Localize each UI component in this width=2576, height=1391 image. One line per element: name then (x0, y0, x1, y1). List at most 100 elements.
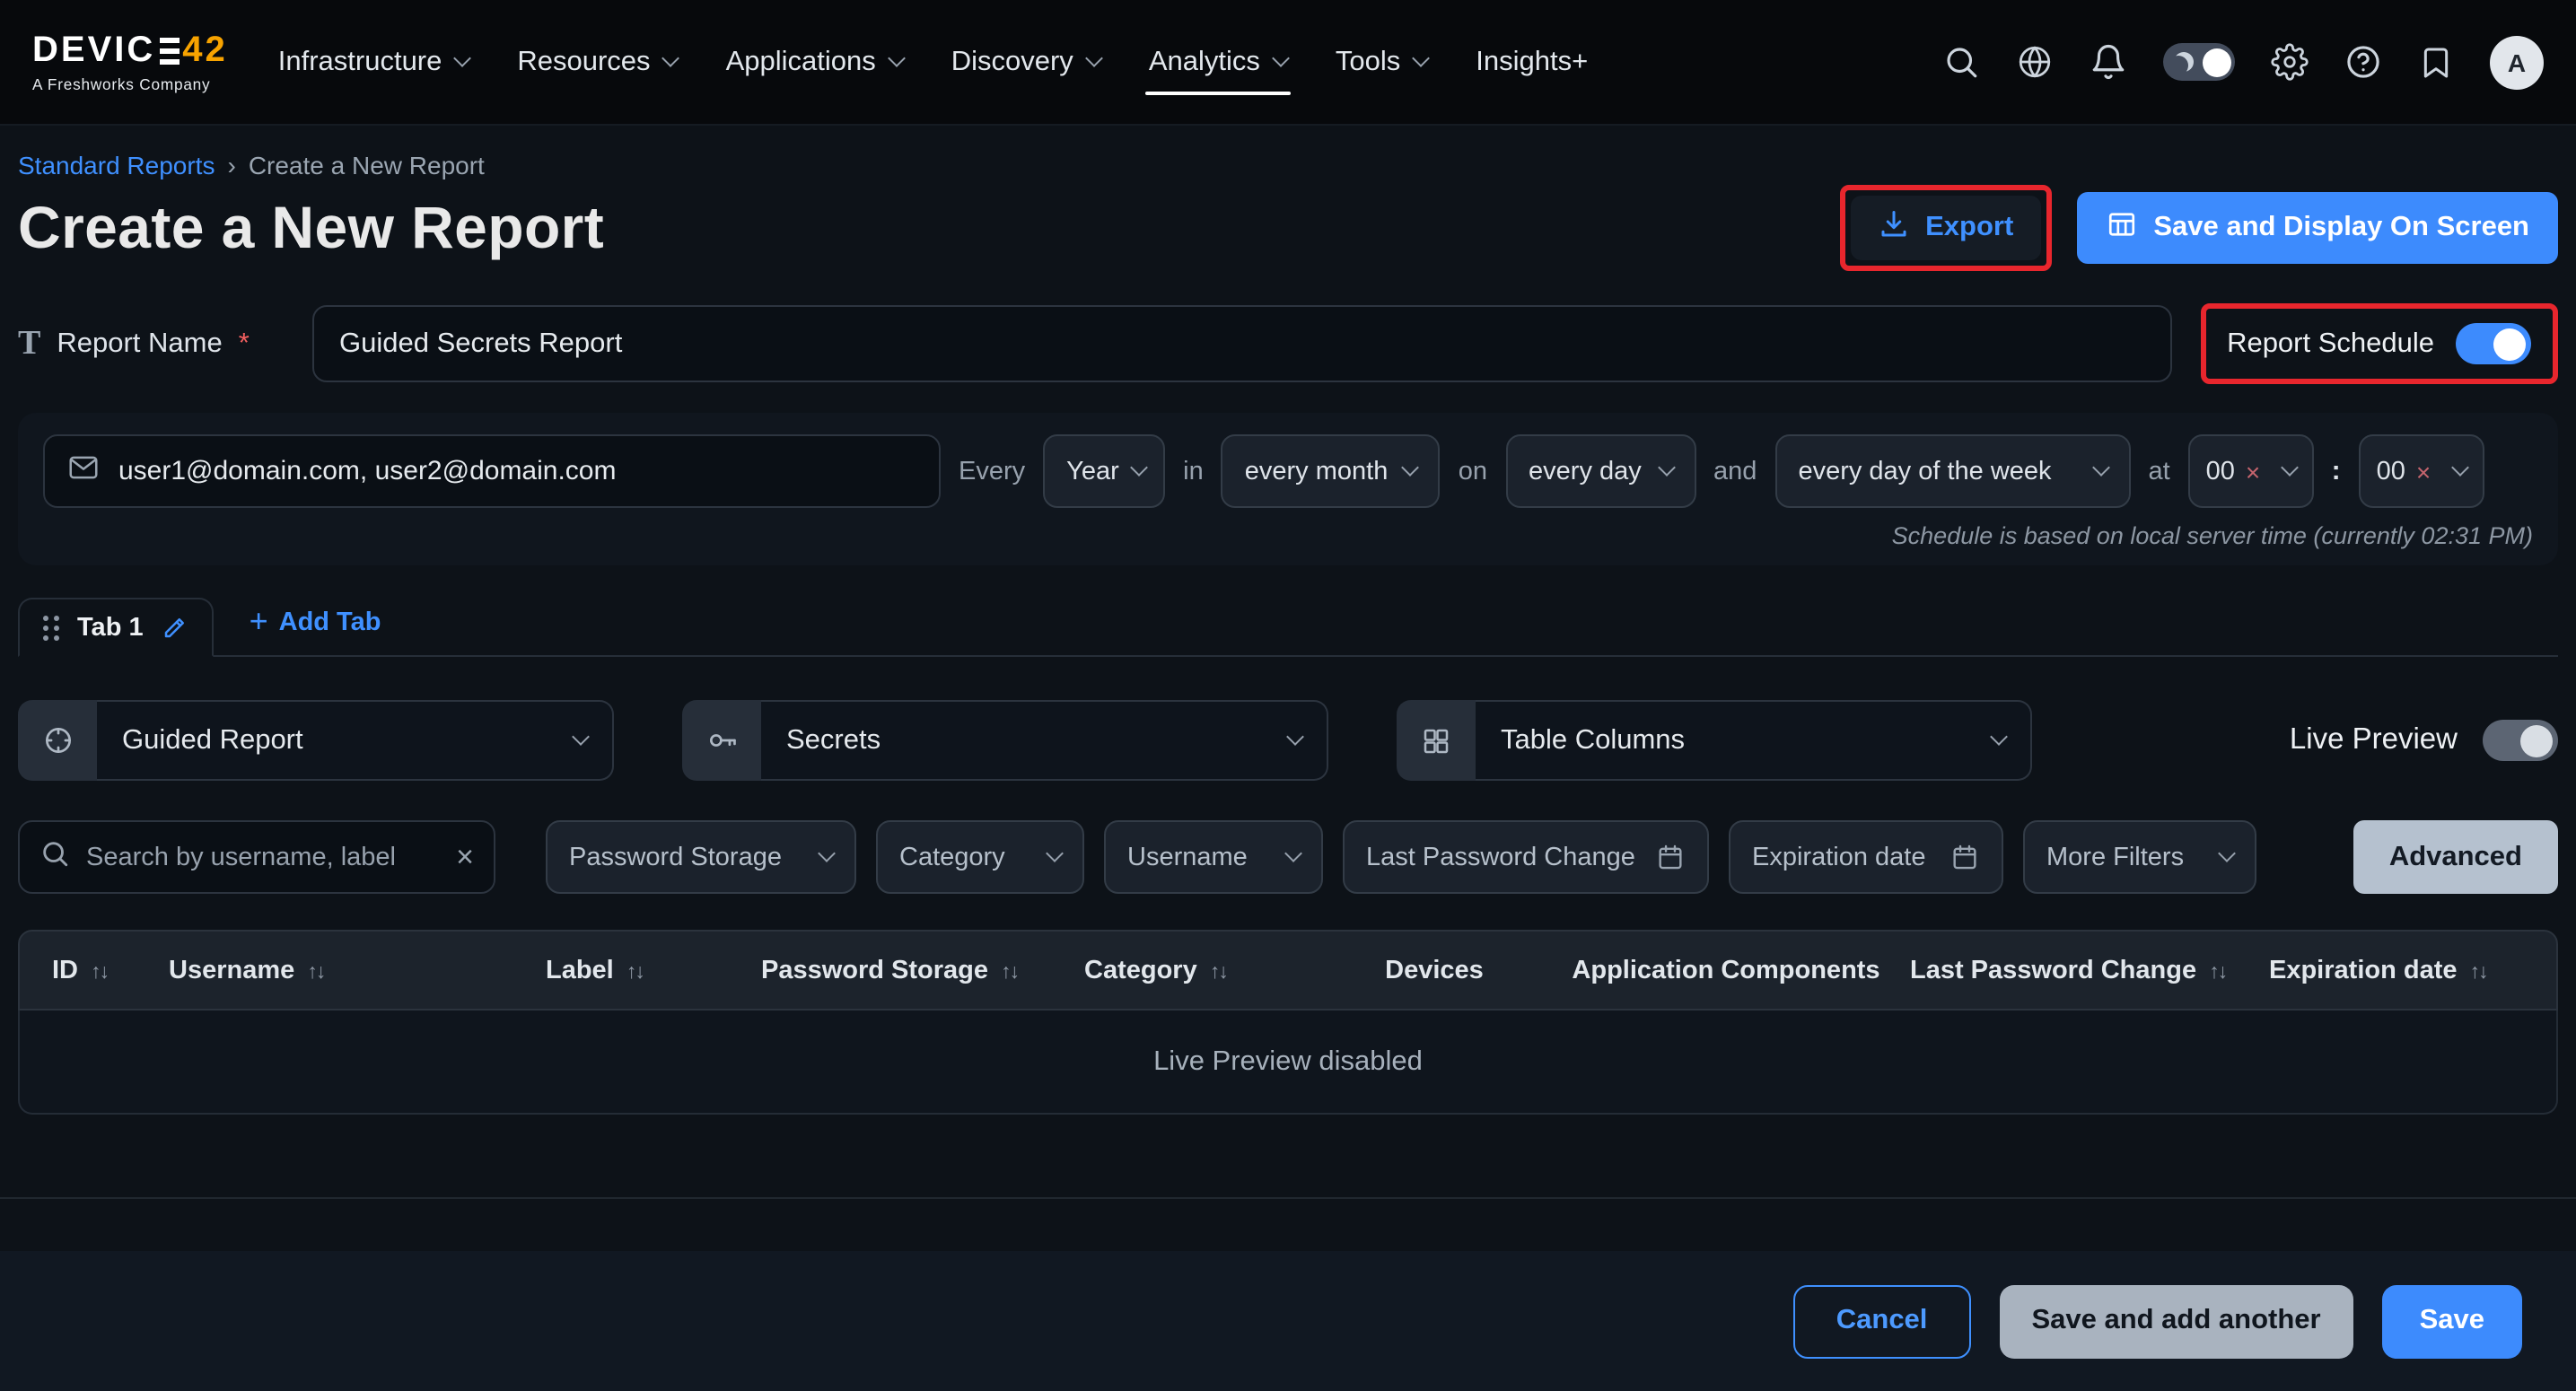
more-filters-dropdown[interactable]: More Filters (2023, 820, 2256, 894)
chevron-down-icon (1990, 728, 2008, 746)
divider (0, 1197, 2576, 1199)
column-header-last-password-change[interactable]: Last Password Change (1910, 956, 2269, 984)
nav-discovery[interactable]: Discovery (951, 0, 1100, 124)
device42-app: DEVIC 42 A Freshworks Company Infrastruc… (0, 0, 2576, 1391)
chevron-down-icon (888, 49, 906, 67)
report-schedule-toggle[interactable] (2456, 323, 2531, 364)
toggle-knob (2202, 48, 2230, 76)
sort-icon[interactable] (307, 956, 324, 984)
column-header-label[interactable]: Label (546, 956, 761, 984)
column-header-password-storage[interactable]: Password Storage (761, 956, 1084, 984)
nav-resources[interactable]: Resources (517, 0, 677, 124)
clear-search-icon[interactable] (456, 842, 474, 872)
table-columns-select[interactable]: Table Columns (1397, 700, 2032, 781)
chevron-down-icon (662, 49, 680, 67)
drag-handle-icon[interactable] (43, 615, 59, 640)
envelope-icon (66, 451, 101, 492)
search-input[interactable] (86, 843, 440, 871)
empty-message: Live Preview disabled (1153, 1045, 1423, 1078)
password-storage-filter[interactable]: Password Storage (546, 820, 856, 894)
report-type-select[interactable]: Guided Report (18, 700, 614, 781)
report-name-input[interactable] (312, 305, 2171, 382)
chevron-down-icon (1286, 728, 1304, 746)
logo-e-bars-icon (159, 38, 179, 64)
schedule-panel: Every Year in every month on every day a… (18, 413, 2558, 565)
logo-wordmark: DEVIC 42 (32, 31, 228, 72)
hour-select[interactable]: 00 (2188, 434, 2314, 508)
last-password-change-filter[interactable]: Last Password Change (1343, 820, 1709, 894)
every-label: Every (959, 457, 1025, 486)
cancel-button[interactable]: Cancel (1793, 1284, 1971, 1358)
column-header-expiration-date[interactable]: Expiration date (2269, 956, 2524, 984)
chevron-down-icon (1284, 844, 1302, 862)
nav-insights-plus[interactable]: Insights+ (1476, 0, 1588, 124)
tab-1[interactable]: Tab 1 (18, 598, 214, 657)
help-icon[interactable] (2344, 43, 2382, 81)
add-tab-button[interactable]: Add Tab (250, 605, 381, 655)
weekday-select[interactable]: every day of the week (1774, 434, 2130, 508)
bell-icon[interactable] (2090, 43, 2127, 81)
nav-infrastructure[interactable]: Infrastructure (278, 0, 469, 124)
object-type-select[interactable]: Secrets (682, 700, 1328, 781)
plus-icon (250, 605, 268, 639)
sort-icon[interactable] (2209, 956, 2226, 984)
bookmark-icon[interactable] (2418, 44, 2454, 80)
schedule-row: Every Year in every month on every day a… (43, 434, 2533, 508)
category-filter[interactable]: Category (876, 820, 1084, 894)
logo-subtitle: A Freshworks Company (32, 75, 228, 93)
report-schedule-annotation-box: Report Schedule (2200, 303, 2558, 384)
nav-tools[interactable]: Tools (1336, 0, 1427, 124)
report-name-label: T Report Name * (18, 324, 287, 363)
save-button[interactable]: Save (2382, 1284, 2522, 1358)
advanced-button[interactable]: Advanced (2353, 820, 2558, 894)
tab-bar: Tab 1 Add Tab (18, 598, 2558, 657)
column-header-category[interactable]: Category (1084, 956, 1327, 984)
export-button[interactable]: Export (1850, 196, 2040, 260)
sort-icon[interactable] (1001, 956, 1018, 984)
clear-x-icon[interactable] (2416, 459, 2431, 484)
title-actions: Export Save and Display On Screen (1839, 185, 2558, 271)
search-icon (39, 838, 70, 876)
device42-logo[interactable]: DEVIC 42 A Freshworks Company (32, 31, 228, 93)
username-filter[interactable]: Username (1104, 820, 1323, 894)
edit-pencil-icon[interactable] (162, 614, 188, 641)
search-field[interactable] (18, 820, 495, 894)
sort-icon[interactable] (1210, 956, 1227, 984)
topbar-actions: A (1942, 35, 2544, 89)
toggle-knob (2520, 724, 2553, 757)
month-select[interactable]: every month (1222, 434, 1441, 508)
period-select[interactable]: Year (1043, 434, 1165, 508)
target-icon (18, 700, 97, 781)
nav-applications[interactable]: Applications (726, 0, 903, 124)
globe-icon[interactable] (2016, 43, 2054, 81)
search-icon[interactable] (1942, 43, 1980, 81)
chevron-down-icon (1272, 49, 1290, 67)
logo-accent: 42 (182, 31, 228, 72)
gear-icon[interactable] (2271, 43, 2309, 81)
sort-icon[interactable] (91, 956, 108, 984)
nav-analytics[interactable]: Analytics (1149, 0, 1287, 124)
expiration-date-filter[interactable]: Expiration date (1729, 820, 2003, 894)
breadcrumb-standard-reports[interactable]: Standard Reports (18, 151, 215, 179)
avatar[interactable]: A (2490, 35, 2544, 89)
filter-row: Password Storage Category Username Last … (18, 820, 2558, 894)
save-and-add-another-button[interactable]: Save and add another (1999, 1284, 2353, 1358)
minute-select[interactable]: 00 (2359, 434, 2484, 508)
chevron-down-icon (1657, 459, 1675, 477)
export-annotation-box: Export (1839, 185, 2051, 271)
clear-x-icon[interactable] (2246, 459, 2260, 484)
day-select[interactable]: every day (1505, 434, 1695, 508)
theme-toggle[interactable] (2163, 43, 2235, 81)
sort-icon[interactable] (626, 956, 644, 984)
column-header-id[interactable]: ID (52, 956, 169, 984)
sort-icon[interactable] (2470, 956, 2487, 984)
save-and-display-button[interactable]: Save and Display On Screen (2076, 192, 2558, 264)
schedule-email-input[interactable] (118, 456, 917, 486)
live-preview-toggle[interactable] (2483, 720, 2558, 761)
chevron-down-icon (818, 844, 836, 862)
chevron-down-icon (1412, 49, 1430, 67)
column-header-username[interactable]: Username (169, 956, 546, 984)
schedule-email-field[interactable] (43, 434, 941, 508)
logo-text: DEVIC (32, 31, 155, 72)
chevron-down-icon (2218, 844, 2236, 862)
